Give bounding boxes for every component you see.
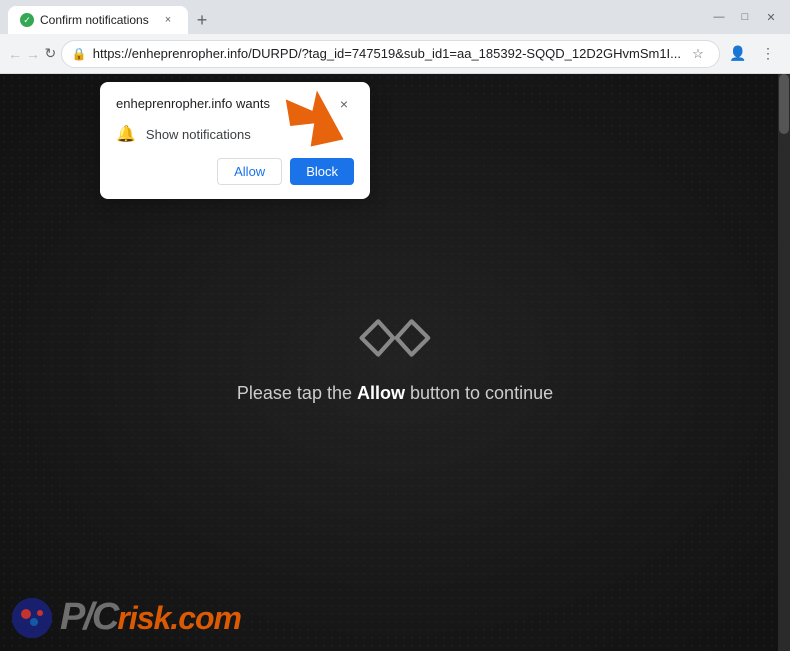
orange-arrow	[268, 86, 348, 156]
lock-icon: 🔒	[72, 47, 87, 61]
new-tab-button[interactable]: +	[188, 6, 216, 34]
minimize-button[interactable]: —	[708, 6, 730, 28]
menu-button[interactable]: ⋮	[754, 40, 782, 68]
bell-icon: 🔔	[116, 124, 136, 144]
popup-title: enheprenropher.info wants	[116, 96, 270, 111]
tab-title: Confirm notifications	[40, 13, 149, 27]
window-controls: — □ ✕	[708, 6, 782, 28]
pcrisk-pc-text: P/C	[60, 596, 117, 639]
pcrisk-brand-text: risk.com	[117, 600, 241, 637]
tab-favicon	[20, 13, 34, 27]
block-button[interactable]: Block	[290, 158, 354, 185]
toolbar-actions: 👤 ⋮	[724, 40, 782, 68]
profile-button[interactable]: 👤	[724, 40, 752, 68]
refresh-button[interactable]: ↻	[44, 40, 57, 68]
close-button[interactable]: ✕	[760, 6, 782, 28]
browser-window: Confirm notifications × + — □ ✕ ← → ↻ 🔒 …	[0, 0, 790, 651]
popup-buttons: Allow Block	[116, 158, 354, 185]
active-tab[interactable]: Confirm notifications ×	[8, 6, 188, 34]
allow-button[interactable]: Allow	[217, 158, 282, 185]
center-content: Please tap the Allow button to continue	[237, 312, 553, 403]
back-button[interactable]: ←	[8, 40, 22, 68]
pcrisk-icon	[12, 598, 52, 638]
navigation-bar: ← → ↻ 🔒 https://enheprenropher.info/DURP…	[0, 34, 790, 74]
center-message: Please tap the Allow button to continue	[237, 382, 553, 403]
pcrisk-logo: P/C risk.com	[12, 596, 241, 639]
url-text: https://enheprenropher.info/DURPD/?tag_i…	[93, 46, 681, 61]
address-actions: ☆	[687, 43, 709, 65]
maximize-button[interactable]: □	[734, 6, 756, 28]
scrollbar[interactable]	[778, 74, 790, 651]
infinity-icon	[345, 312, 445, 362]
permission-label: Show notifications	[146, 127, 251, 142]
tab-close-btn[interactable]: ×	[160, 12, 176, 28]
forward-button[interactable]: →	[26, 40, 40, 68]
title-bar: Confirm notifications × + — □ ✕	[0, 0, 790, 34]
scrollbar-thumb[interactable]	[779, 74, 789, 134]
bookmark-icon[interactable]: ☆	[687, 43, 709, 65]
webpage-content: enheprenropher.info wants × 🔔 Show notif…	[0, 74, 790, 651]
address-bar[interactable]: 🔒 https://enheprenropher.info/DURPD/?tag…	[61, 40, 720, 68]
tab-strip: Confirm notifications × +	[8, 0, 700, 34]
